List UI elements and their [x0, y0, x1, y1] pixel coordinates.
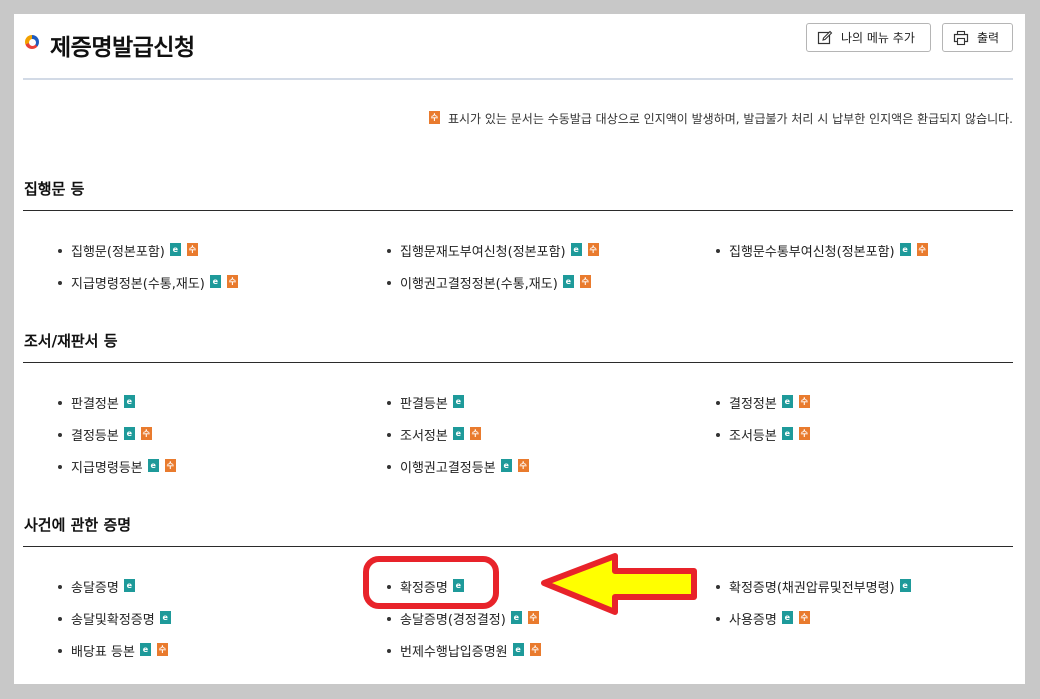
annotation-overlay [363, 553, 697, 615]
highlight-box [363, 556, 499, 609]
pointer-arrow-icon [541, 553, 697, 615]
